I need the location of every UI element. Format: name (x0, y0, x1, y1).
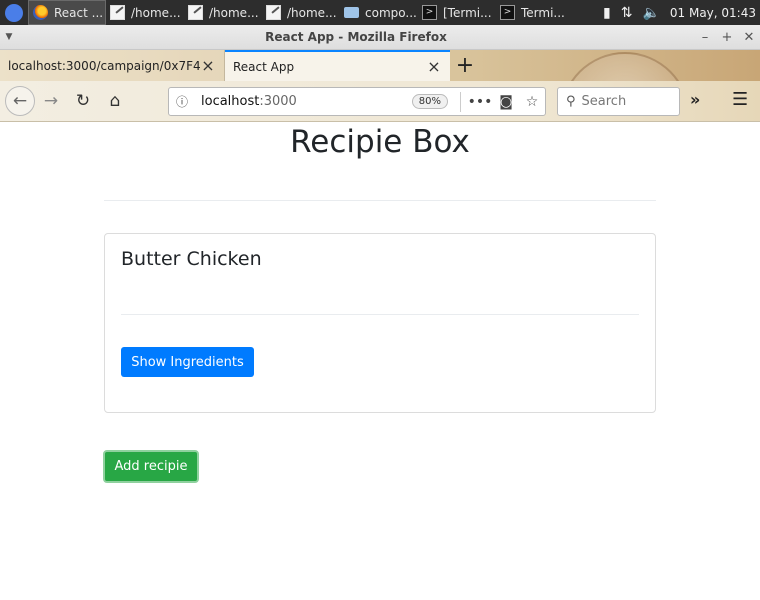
folder-icon (344, 7, 359, 18)
bookmark-star-icon[interactable]: ☆ (519, 94, 545, 110)
taskbar-task-label: compo... (365, 5, 417, 20)
close-tab-icon[interactable]: × (426, 57, 442, 76)
distro-logo-icon (5, 3, 23, 22)
taskbar-task-editor-2[interactable]: /home... (184, 0, 262, 25)
taskbar-task-firefox[interactable]: React ... (28, 0, 106, 25)
text-editor-icon (188, 5, 203, 20)
text-editor-icon (266, 5, 281, 20)
taskbar-task-label: Termi... (521, 5, 565, 20)
tab-react-app[interactable]: React App × (225, 50, 450, 81)
taskbar-task-label: [Termi... (443, 5, 492, 20)
window-titlebar: ▼ React App - Mozilla Firefox – + ✕ (0, 25, 760, 50)
system-tray: ▮ ⇅ 🔈 01 May, 01:43 (603, 5, 760, 21)
text-editor-icon (110, 5, 125, 20)
url-port: :3000 (259, 94, 297, 109)
url-bar-divider (460, 91, 461, 112)
tab-strip: localhost:3000/campaign/0x7F4C × React A… (0, 50, 760, 122)
new-tab-button[interactable]: + (450, 50, 480, 81)
desktop-taskbar: React ... /home... /home... /home... com… (0, 0, 760, 25)
navigation-toolbar: ← → ↻ ⌂ ⓘ localhost:3000 80% ••• ◙ ☆ ⚲ S… (0, 81, 760, 122)
search-icon: ⚲ (566, 94, 576, 109)
window-menu-icon[interactable]: ▼ (0, 32, 18, 42)
taskbar-task-label: /home... (209, 5, 259, 20)
volume-icon[interactable]: 🔈 (642, 5, 659, 21)
taskbar-task-label: /home... (287, 5, 337, 20)
taskbar-task-terminal-2[interactable]: > Termi... (496, 0, 574, 25)
pocket-icon[interactable]: ◙ (493, 94, 519, 110)
firefox-icon (33, 5, 48, 20)
add-recipe-button[interactable]: Add recipie (103, 450, 199, 483)
back-button[interactable]: ← (5, 86, 35, 116)
taskbar-task-editor-1[interactable]: /home... (106, 0, 184, 25)
search-placeholder: Search (581, 94, 627, 109)
hamburger-menu-icon[interactable]: ☰ (732, 89, 748, 110)
card-divider (121, 314, 639, 315)
battery-icon[interactable]: ▮ (603, 5, 611, 21)
tab-label: React App (233, 59, 295, 74)
page-title: Recipie Box (290, 124, 470, 160)
close-window-button[interactable]: ✕ (738, 30, 760, 45)
url-bar[interactable]: ⓘ localhost:3000 80% ••• ◙ ☆ (168, 87, 546, 116)
zoom-level-badge[interactable]: 80% (411, 94, 448, 109)
reload-button[interactable]: ↻ (67, 85, 99, 117)
show-ingredients-button[interactable]: Show Ingredients (121, 347, 254, 377)
page-actions-icon[interactable]: ••• (467, 94, 493, 110)
toolbar-overflow-icon[interactable]: » (690, 90, 700, 109)
forward-button[interactable]: → (35, 85, 67, 117)
tab-label: localhost:3000/campaign/0x7F4C (8, 58, 200, 73)
close-tab-icon[interactable]: × (200, 56, 216, 75)
taskbar-task-label: /home... (131, 5, 181, 20)
url-text[interactable]: localhost:3000 (195, 94, 412, 109)
page-content: Recipie Box Butter Chicken Show Ingredie… (0, 122, 760, 600)
terminal-icon: > (422, 5, 437, 20)
tab-campaign[interactable]: localhost:3000/campaign/0x7F4C × (0, 50, 225, 81)
recipe-card: Butter Chicken Show Ingredients (104, 233, 656, 413)
taskbar-task-label: React ... (54, 5, 104, 20)
home-button[interactable]: ⌂ (99, 85, 131, 117)
recipe-name: Butter Chicken (121, 248, 262, 270)
taskbar-task-terminal-1[interactable]: > [Termi... (418, 0, 496, 25)
url-host: localhost (201, 94, 260, 109)
taskbar-task-folder[interactable]: compo... (340, 0, 418, 25)
title-divider (104, 200, 656, 201)
site-info-icon[interactable]: ⓘ (169, 93, 195, 110)
clock[interactable]: 01 May, 01:43 (670, 6, 756, 20)
taskbar-task-editor-3[interactable]: /home... (262, 0, 340, 25)
terminal-icon: > (500, 5, 515, 20)
search-input[interactable]: ⚲ Search (557, 87, 680, 116)
start-menu-button[interactable] (0, 0, 28, 25)
network-icon[interactable]: ⇅ (621, 5, 633, 21)
maximize-button[interactable]: + (716, 30, 738, 45)
window-title: React App - Mozilla Firefox (265, 30, 447, 44)
minimize-button[interactable]: – (694, 30, 716, 45)
